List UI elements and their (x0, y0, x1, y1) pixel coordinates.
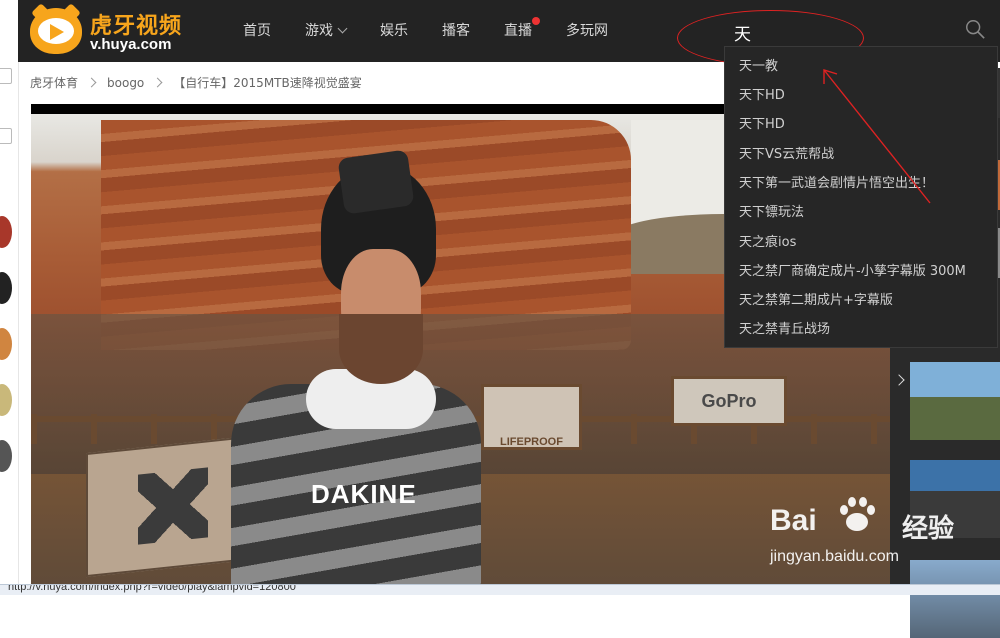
rider-beard (339, 314, 423, 384)
nav-entertainment[interactable]: 娱乐 (380, 0, 408, 62)
nav-duowan[interactable]: 多玩网 (566, 0, 608, 62)
suggestion-item[interactable]: 天下镖玩法 (739, 201, 804, 220)
avatar[interactable] (0, 384, 12, 416)
nav-games[interactable]: 游戏 (305, 0, 348, 62)
notification-dot (532, 17, 540, 25)
breadcrumb-current: 【自行车】2015MTB速降视觉盛宴 (173, 76, 362, 90)
nav-label: 播客 (442, 23, 470, 39)
nav-label: 首页 (243, 23, 271, 39)
avatar[interactable] (0, 216, 12, 248)
nav-live[interactable]: 直播 (504, 0, 540, 62)
avatar[interactable] (0, 328, 12, 360)
sidebar-icon[interactable] (0, 68, 12, 84)
paw-icon (840, 497, 875, 531)
suggestion-item[interactable]: 天一教 (739, 55, 778, 74)
camera-mount (337, 149, 415, 215)
watermark-jingyan: 经验 (902, 514, 955, 544)
chevron-right-icon (86, 77, 97, 88)
nav-label: 游戏 (305, 23, 333, 39)
sidebar-icon[interactable] (0, 128, 12, 144)
rider: DAKINE (191, 149, 481, 594)
suggestion-item[interactable]: 天下HD (739, 84, 785, 103)
suggestion-item[interactable]: 天之禁第二期成片+字幕版 (739, 289, 893, 308)
watermark-url: jingyan.baidu.com (770, 548, 899, 565)
search-icon[interactable] (964, 18, 986, 40)
annotation-arrow (823, 69, 931, 204)
breadcrumb-item[interactable]: 虎牙体育 (30, 74, 78, 91)
related-video-thumb[interactable] (910, 362, 1000, 440)
suggestion-item[interactable]: 天之禁厂商确定成片-小孳字幕版 300M (739, 260, 966, 279)
suggestion-item[interactable]: 天下HD (739, 113, 785, 132)
nav-label: 娱乐 (380, 23, 408, 39)
sponsor-sign-gopro: GoPro (671, 376, 787, 426)
nav-label: 直播 (504, 23, 532, 39)
nav-label: 多玩网 (566, 23, 608, 39)
sponsor-sign-lifeproof: LIFEPROOF (481, 384, 582, 450)
chevron-right-icon[interactable] (893, 374, 905, 386)
browser-status-bar: http://v.huya.com/index.php?r=video/play… (0, 584, 1000, 595)
shirt-logo: DAKINE (311, 479, 417, 509)
main-nav: 首页 游戏 娱乐 播客 直播 多玩网 (243, 0, 642, 62)
suggestion-item[interactable]: 天之禁青丘战场 (739, 318, 830, 337)
avatar[interactable] (0, 440, 12, 472)
breadcrumb-item[interactable]: boogo (107, 76, 144, 90)
left-sidebar-sliver (0, 0, 19, 594)
huya-logo[interactable]: 虎牙视频 v.huya.com (30, 3, 200, 56)
brand-domain: v.huya.com (90, 36, 172, 53)
nav-podcast[interactable]: 播客 (442, 0, 470, 62)
breadcrumb: 虎牙体育 boogo 【自行车】2015MTB速降视觉盛宴 (30, 74, 362, 91)
tiger-logo-icon (30, 3, 82, 54)
chevron-right-icon (152, 77, 163, 88)
baidu-watermark: Bai 经验 jingyan.baidu.com (770, 488, 990, 578)
status-url: http://v.huya.com/index.php?r=video/play… (8, 584, 296, 593)
chevron-down-icon (337, 23, 348, 34)
watermark-bai: Bai (770, 504, 817, 537)
suggestion-item[interactable]: 天之痕ios (739, 231, 796, 250)
nav-home[interactable]: 首页 (243, 0, 271, 62)
avatar[interactable] (0, 272, 12, 304)
